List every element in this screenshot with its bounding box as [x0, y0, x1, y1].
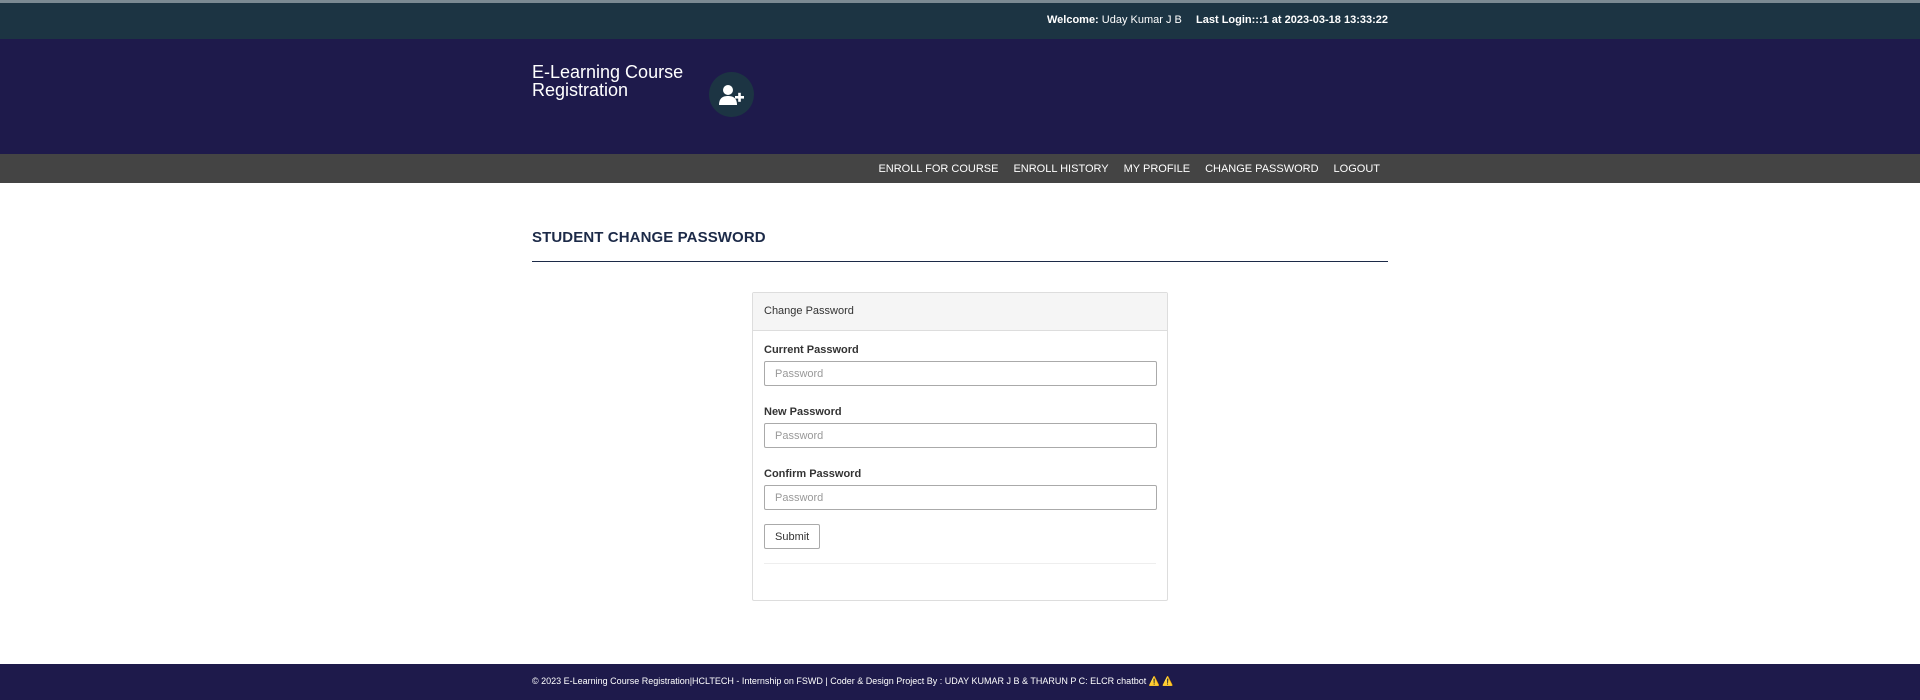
site-header: E-Learning Course Registration [0, 39, 1920, 154]
user-name: Uday Kumar J B [1101, 14, 1182, 26]
login-info: Welcome: Uday Kumar J B Last Login:::1 a… [1047, 14, 1388, 26]
change-password-panel: Change Password Current Password New Pas… [752, 292, 1168, 601]
change-password-form: Current Password New Password Confirm Pa… [753, 331, 1167, 564]
confirm-password-label: Confirm Password [764, 468, 862, 480]
new-password-input[interactable] [764, 423, 1157, 448]
submit-button[interactable]: Submit [764, 524, 821, 549]
brand-title[interactable]: E-Learning Course Registration [532, 63, 697, 99]
welcome-label: Welcome: [1046, 14, 1099, 26]
panel-heading: Change Password [753, 293, 1167, 331]
page-title: STUDENT CHANGE PASSWORD [532, 229, 766, 246]
nav-enroll-history[interactable]: ENROLL HISTORY [1013, 163, 1108, 175]
nav-my-profile[interactable]: MY PROFILE [1124, 163, 1190, 175]
top-bar: Welcome: Uday Kumar J B Last Login:::1 a… [0, 0, 1920, 39]
last-login-label: Last Login: [1196, 14, 1256, 26]
nav-enroll-for-course[interactable]: ENROLL FOR COURSE [878, 163, 998, 175]
user-plus-icon [709, 72, 754, 117]
site-footer: © 2023 E-Learning Course Registration|HC… [0, 664, 1920, 700]
title-divider [532, 261, 1388, 262]
main-nav: ENROLL FOR COURSE ENROLL HISTORY MY PROF… [0, 154, 1920, 183]
current-password-label: Current Password [764, 344, 859, 356]
footer-text: © 2023 E-Learning Course Registration|HC… [532, 676, 1174, 686]
new-password-label: New Password [764, 406, 842, 418]
form-divider [764, 563, 1156, 564]
confirm-password-input[interactable] [764, 485, 1157, 510]
nav-logout[interactable]: LOGOUT [1334, 163, 1380, 175]
nav-change-password[interactable]: CHANGE PASSWORD [1205, 163, 1318, 175]
last-login-value: ::1 at 2023-03-18 13:33:22 [1255, 14, 1388, 26]
current-password-input[interactable] [764, 361, 1157, 386]
